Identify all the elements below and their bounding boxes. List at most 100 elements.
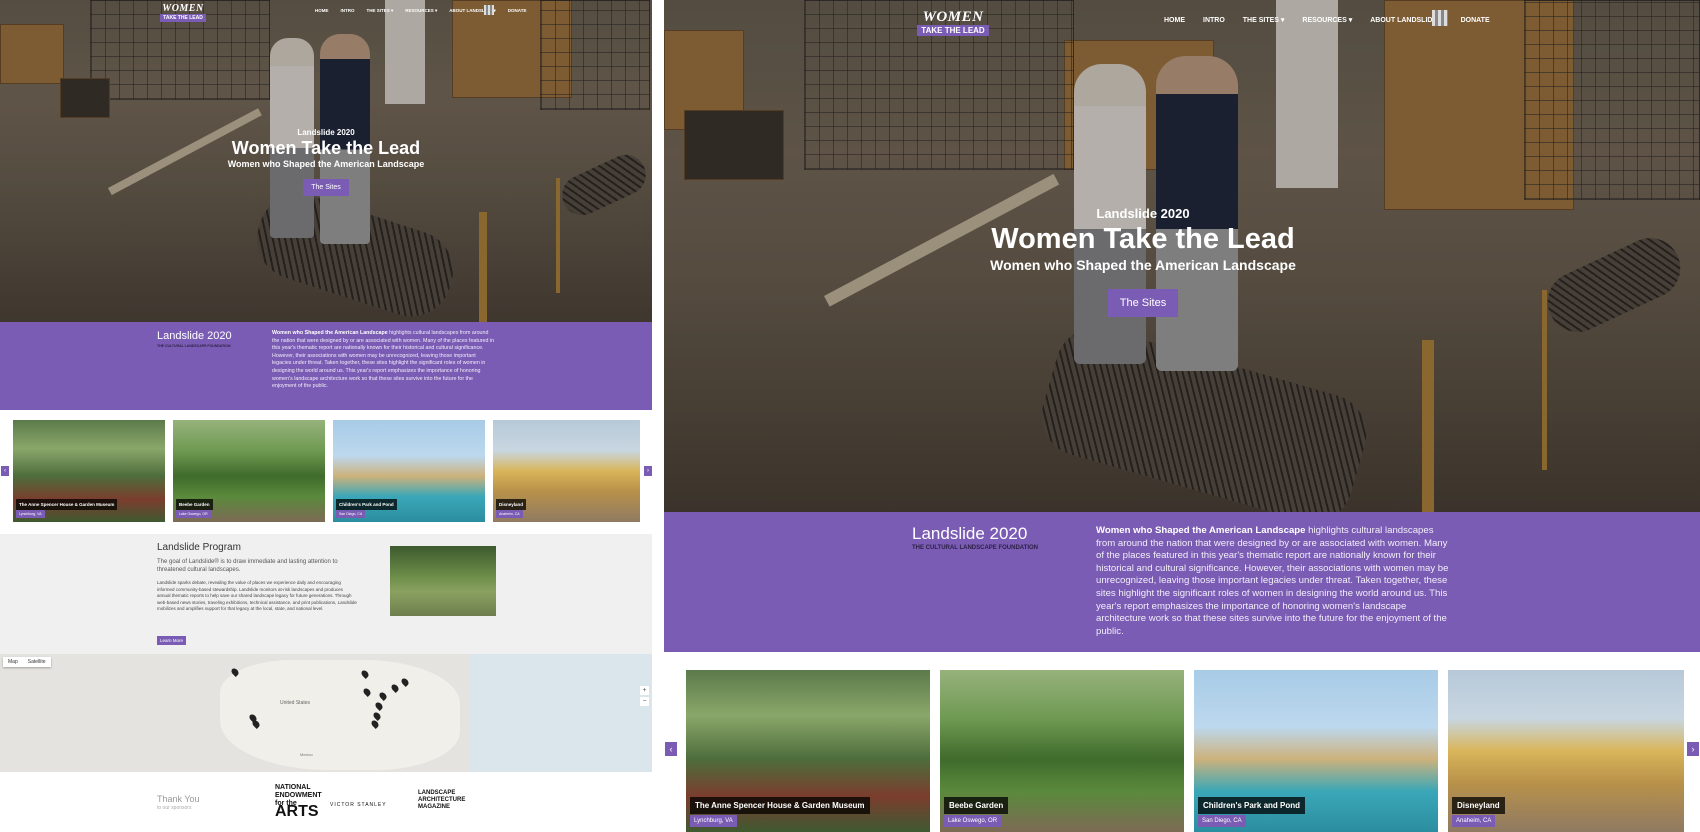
sites-map[interactable]: Map Satellite United States Mexico + − [0,654,652,772]
map-type-tabs: Map Satellite [3,657,51,667]
sites-carousel: ‹ The Anne Spencer House & Garden Museum… [664,652,1700,832]
the-sites-button[interactable]: The Sites [1107,289,1179,317]
site-card[interactable]: Children's Park and Pond San Diego, CA [333,420,485,522]
nav-home[interactable]: HOME [315,8,329,14]
map-zoom-in-button[interactable]: + [640,686,649,695]
site-card-title: The Anne Spencer House & Garden Museum [690,797,870,814]
lam-line: MAGAZINE [418,804,450,810]
chevron-left-icon[interactable]: ‹ [665,742,677,756]
site-card[interactable]: Disneyland Anaheim, CA [1448,670,1684,832]
hero-text: Landslide 2020 Women Take the Lead Women… [160,128,492,196]
intro-body: highlights cultural landscapes from arou… [272,330,495,390]
nav-intro[interactable]: INTRO [1203,17,1225,24]
hero-kicker: Landslide 2020 [1096,206,1190,221]
lam-line: ARCHITECTURE [418,797,466,803]
nea-line: NATIONAL [275,784,311,791]
site-card[interactable]: Beebe Garden Lake Oswego, OR [940,670,1184,832]
nav-resources[interactable]: RESOURCES ▾ [1302,16,1352,24]
zoomed-view: WOMEN TAKE THE LEAD HOME INTRO THE SITES… [664,0,1700,832]
site-card[interactable]: The Anne Spencer House & Garden Museum L… [13,420,165,522]
map-ocean [470,654,652,772]
the-sites-button[interactable]: The Sites [303,179,349,196]
program-lead: The goal of Landslide® is to draw immedi… [157,559,338,573]
map-label-us: United States [280,700,311,706]
intro-paragraph: Women who Shaped the American Landscape … [1096,525,1452,638]
site-logo[interactable]: WOMEN TAKE THE LEAD [160,4,206,22]
hero-section: WOMEN TAKE THE LEAD HOME INTRO THE SITES… [0,0,652,322]
nea-line: ENDOWMENT [275,792,322,799]
intro-lead: Women who Shaped the American Landscape [1096,525,1306,536]
site-card[interactable]: Children's Park and Pond San Diego, CA [1194,670,1438,832]
logo-text-top: WOMEN [162,3,204,14]
intro-subtitle: THE CULTURAL LANDSCAPE FOUNDATION [157,344,231,348]
hero-title: Women Take the Lead [991,223,1295,255]
site-card-title: Beebe Garden [944,797,1009,814]
nea-logo[interactable]: NATIONAL ENDOWMENT for the ARTS [275,784,322,820]
nav-donate[interactable]: DONATE [1461,17,1490,24]
victor-stanley-logo[interactable]: VICTOR STANLEY [330,802,387,808]
map-land [220,660,460,770]
nav-donate[interactable]: DONATE [508,8,527,14]
intro-paragraph: Women who Shaped the American Landscape … [272,330,494,391]
site-card-location: Lynchburg, VA [16,510,45,518]
site-card[interactable]: The Anne Spencer House & Garden Museum L… [686,670,930,832]
site-card-location: San Diego, CA [1198,815,1246,827]
nav-the-sites[interactable]: THE SITES ▾ [1243,16,1285,24]
nav-intro[interactable]: INTRO [341,8,355,14]
hero-subtitle: Women who Shaped the American Landscape [990,257,1296,273]
site-card-title: Children's Park and Pond [336,499,397,510]
logo-text-bottom: TAKE THE LEAD [917,25,989,36]
hero-section: WOMEN TAKE THE LEAD HOME INTRO THE SITES… [664,0,1700,512]
intro-band: Landslide 2020 THE CULTURAL LANDSCAPE FO… [0,322,652,410]
program-body: Landslide sparks debate, revealing the v… [157,580,357,611]
logo-text-top: WOMEN [922,9,984,25]
nav-home[interactable]: HOME [1164,17,1185,24]
site-logo[interactable]: WOMEN TAKE THE LEAD [917,10,989,36]
nea-arts: ARTS [275,803,319,820]
site-card-title: The Anne Spencer House & Garden Museum [16,499,118,510]
hero-text: Landslide 2020 Women Take the Lead Women… [904,206,1382,317]
nav-resources[interactable]: RESOURCES ▾ [405,8,437,14]
site-card-location: San Diego, CA [336,510,366,518]
program-title: Landslide Program [157,542,241,553]
chevron-right-icon[interactable]: › [644,466,652,476]
map-zoom-out-button[interactable]: − [640,697,649,706]
qr-code-icon[interactable] [1432,10,1448,26]
site-card[interactable]: Beebe Garden Lake Oswego, OR [173,420,325,522]
thank-you-heading: Thank You [157,794,200,804]
main-nav: HOME INTRO THE SITES ▾ RESOURCES ▾ ABOUT… [315,8,526,14]
intro-lead: Women who Shaped the American Landscape [272,330,388,336]
site-card-location: Anaheim, CA [1452,815,1496,827]
sites-carousel: ‹ The Anne Spencer House & Garden Museum… [0,410,652,526]
site-card-title: Disneyland [496,499,527,510]
site-card[interactable]: Disneyland Anaheim, CA [493,420,640,522]
program-section: Landslide Program The goal of Landslide®… [0,534,652,654]
landscape-architecture-magazine-logo[interactable]: LANDSCAPE ARCHITECTURE MAGAZINE [418,790,465,811]
intro-title: Landslide 2020 [912,524,1028,543]
full-page-view: WOMEN TAKE THE LEAD HOME INTRO THE SITES… [0,0,652,832]
thank-you-subheading: to our sponsors [157,805,192,811]
map-label-mexico: Mexico [300,752,313,757]
site-card-location: Lake Oswego, OR [176,510,211,518]
sponsors-section: Thank You to our sponsors NATIONAL ENDOW… [0,772,652,832]
intro-subtitle: THE CULTURAL LANDSCAPE FOUNDATION [912,545,1038,551]
intro-title: Landslide 2020 [157,330,232,342]
nav-the-sites[interactable]: THE SITES ▾ [367,8,394,14]
site-card-title: Children's Park and Pond [1198,797,1306,814]
site-card-location: Lake Oswego, OR [944,815,1002,827]
chevron-left-icon[interactable]: ‹ [1,466,9,476]
qr-code-icon[interactable] [484,5,494,15]
hero-subtitle: Women who Shaped the American Landscape [227,159,425,169]
chevron-right-icon[interactable]: › [1687,742,1699,756]
learn-more-button[interactable]: Learn More [157,636,187,645]
hero-title: Women Take the Lead [231,138,421,158]
lam-line: LANDSCAPE [418,790,456,796]
logo-text-bottom: TAKE THE LEAD [160,14,206,22]
hero-kicker: Landslide 2020 [297,128,355,137]
intro-body: highlights cultural landscapes from arou… [1096,525,1449,637]
intro-band: Landslide 2020 THE CULTURAL LANDSCAPE FO… [664,512,1700,652]
map-tab-satellite[interactable]: Satellite [23,657,51,667]
map-tab-map[interactable]: Map [3,657,23,667]
site-card-title: Beebe Garden [176,499,213,510]
site-card-title: Disneyland [1452,797,1505,814]
